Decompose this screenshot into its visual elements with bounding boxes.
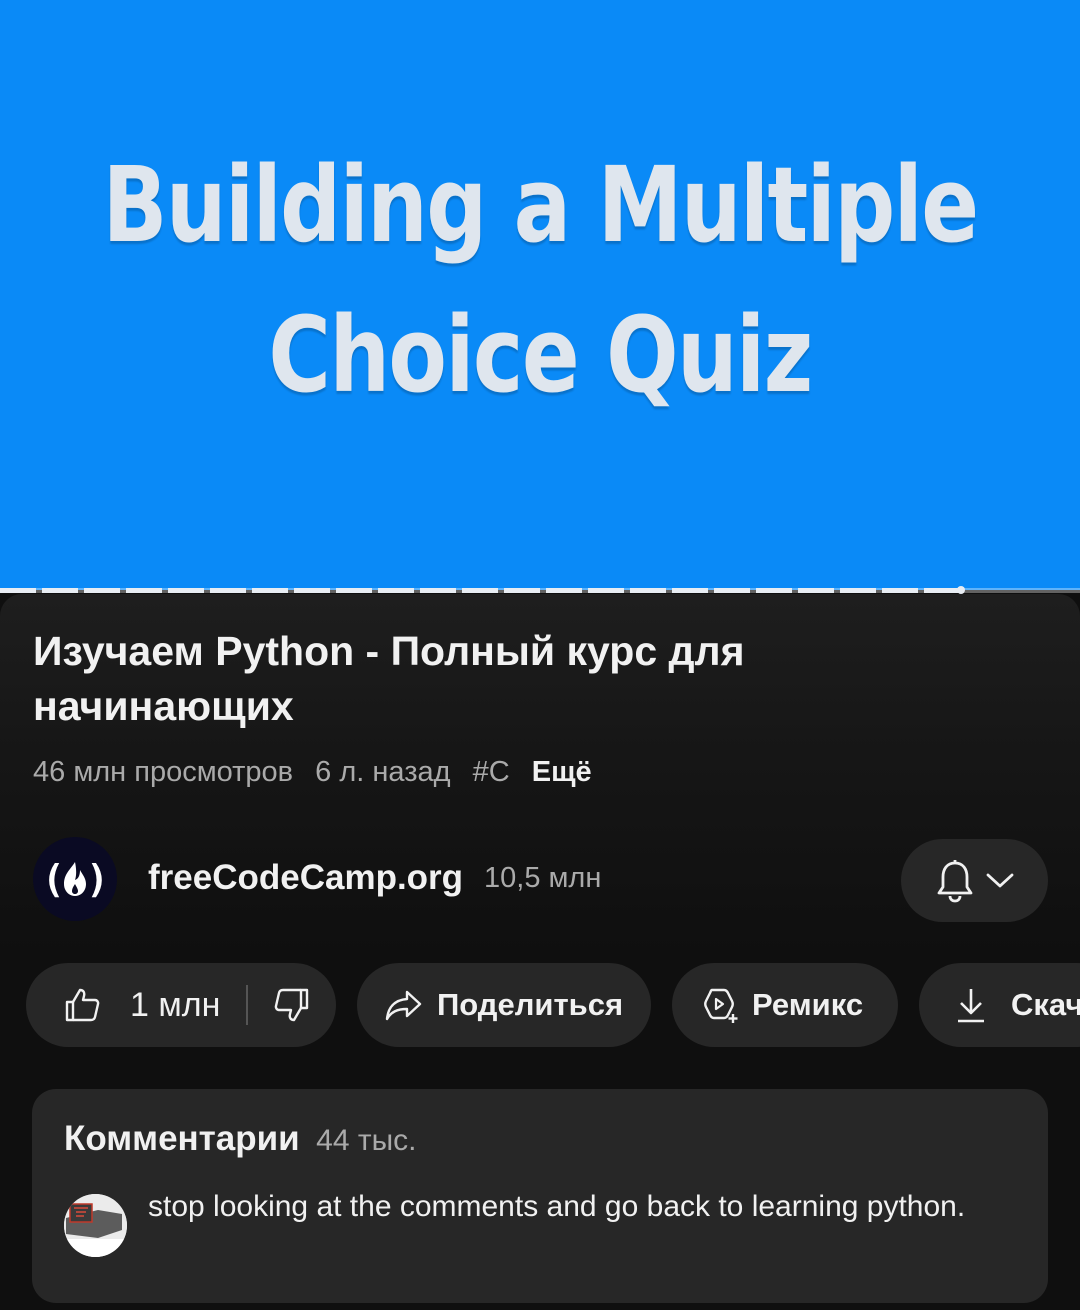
top-comment-text: stop looking at the comments and go back…: [148, 1190, 966, 1223]
subscriber-count: 10,5 млн: [484, 862, 602, 894]
video-info-panel: Изучаем Python - Полный курс для начинаю…: [0, 594, 1080, 1310]
progress-buffer-end: [957, 586, 966, 594]
video-progress-bar[interactable]: [0, 586, 1080, 594]
share-button[interactable]: Поделиться: [357, 963, 651, 1047]
more-button[interactable]: Ещё: [532, 756, 592, 788]
dislike-icon[interactable]: [274, 987, 310, 1023]
video-watch-page: Building a Multiple Choice Quiz Изучаем …: [0, 0, 1080, 1310]
comments-count: 44 тыс.: [316, 1124, 417, 1157]
video-player[interactable]: Building a Multiple Choice Quiz: [0, 0, 1080, 594]
remix-icon: [704, 988, 738, 1023]
video-overlay-line-2: Choice Quiz: [268, 294, 813, 416]
chevron-down-icon: [986, 873, 1013, 887]
view-count: 46 млн просмотров: [33, 756, 294, 788]
channel-row: ( ) freeCodeCamp.org 10,5 млн: [0, 834, 1080, 924]
channel-avatar[interactable]: ( ): [33, 837, 117, 921]
remix-button[interactable]: Ремикс: [672, 963, 898, 1047]
like-count[interactable]: 1 млн: [130, 986, 220, 1025]
upload-age: 6 л. назад: [315, 756, 451, 788]
subscription-bell-button[interactable]: [901, 839, 1048, 922]
commenter-avatar[interactable]: [64, 1194, 127, 1257]
share-label: Поделиться: [437, 987, 624, 1022]
share-icon: [385, 990, 422, 1021]
video-title[interactable]: Изучаем Python - Полный курс для начинаю…: [33, 624, 993, 734]
like-icon[interactable]: [64, 987, 100, 1023]
video-overlay-line-1: Building a Multiple: [102, 144, 980, 266]
like-dislike-group: 1 млн: [26, 963, 336, 1047]
hashtag-link[interactable]: #C: [473, 756, 510, 788]
download-label: Скачать: [1011, 987, 1080, 1022]
bell-icon: [937, 859, 972, 902]
progress-buffered: [0, 588, 962, 593]
action-bar: 1 млн Поделиться Ремикс Скач: [0, 963, 1080, 1047]
comments-card[interactable]: Комментарии 44 тыс. stop looking at the …: [32, 1089, 1048, 1303]
like-divider: [246, 985, 249, 1025]
video-meta[interactable]: 46 млн просмотров 6 л. назад #C Ещё: [33, 756, 606, 789]
channel-name[interactable]: freeCodeCamp.org: [148, 858, 463, 898]
commenter-avatar-icon: [64, 1194, 127, 1257]
comments-title: Комментарии: [64, 1119, 300, 1158]
remix-label: Ремикс: [752, 987, 864, 1022]
freecodecamp-logo-icon: ( ): [42, 857, 109, 901]
svg-text:(: (: [42, 857, 65, 901]
comments-header: Комментарии 44 тыс.: [64, 1119, 416, 1159]
svg-text:): ): [86, 857, 109, 901]
download-icon: [958, 989, 984, 1023]
video-overlay-text: Building a Multiple Choice Quiz: [97, 130, 983, 430]
download-button[interactable]: Скачать: [919, 963, 1080, 1047]
